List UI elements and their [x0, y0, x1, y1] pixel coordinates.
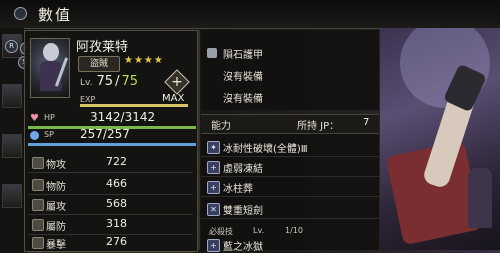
level-display: Lv. 75/75: [80, 74, 138, 89]
abilities-title: 能力: [211, 121, 231, 132]
sword-icon: [32, 157, 44, 169]
heart-icon: ♥: [30, 113, 39, 124]
stat-name: 物攻: [46, 160, 66, 171]
armor-icon: [207, 48, 217, 58]
stat-name: 暴擊: [46, 240, 66, 251]
equipment-label: 沒有裝備: [223, 94, 263, 105]
menu-gem-icon[interactable]: [14, 7, 27, 20]
stat-row-elem-def: 屬防 318: [28, 216, 193, 235]
special-skill-name: 藍之冰獄: [223, 242, 263, 253]
hp-label: HP: [44, 113, 55, 122]
nav-gem-r-icon[interactable]: R: [5, 40, 18, 53]
portrait-hair: [43, 43, 59, 61]
stat-value: 722: [106, 155, 127, 168]
special-skill-lv-label: Lv.: [253, 226, 265, 235]
page-title: 數值: [38, 6, 73, 24]
equipment-label: 隕石護甲: [223, 50, 263, 61]
stat-row-elem-atk: 屬攻 568: [28, 196, 193, 215]
plus-ability-icon: +: [207, 161, 220, 174]
ability-label: 雙重短劍: [223, 206, 263, 217]
equipment-slot[interactable]: 隕石護甲: [201, 44, 379, 62]
stat-row-phys-def: 物防 466: [28, 176, 193, 195]
ability-item[interactable]: + 虛弱凍結: [201, 158, 379, 177]
stat-name: 物防: [46, 182, 66, 193]
ability-item[interactable]: ✦ 冰耐性破壞(全體)Ⅲ: [201, 138, 379, 157]
top-bar: 數值: [0, 0, 500, 29]
hp-row: ♥ HP 3142/3142: [28, 110, 196, 129]
jp-label: 所持 JP：: [297, 121, 340, 132]
ability-label: 虛弱凍結: [223, 164, 263, 175]
dagger-ability-icon: ✕: [207, 203, 220, 216]
character-name: 阿孜莱特: [76, 40, 129, 55]
abilities-header: 能力 所持 JP： 7: [201, 114, 379, 134]
equipment-label: 沒有裝備: [223, 72, 263, 83]
critical-icon: [32, 237, 44, 249]
panel-divider: [197, 30, 200, 250]
ability-item[interactable]: + 冰柱葬: [201, 178, 379, 197]
stat-value: 276: [106, 235, 127, 248]
sp-bar: [28, 143, 196, 146]
exp-label: EXP: [80, 95, 96, 104]
plus-ability-icon: +: [207, 181, 220, 194]
rarity-stars: ★★★★: [124, 55, 164, 66]
elemental-attack-icon: [32, 199, 44, 211]
equipment-slot[interactable]: 沒有裝備: [201, 88, 379, 106]
stat-row-phys-atk: 物攻 722: [28, 154, 193, 173]
ice-ability-icon: ✦: [207, 141, 220, 154]
level-current: 75: [96, 74, 114, 89]
job-badge: 盜賊: [78, 56, 120, 72]
character-artwork: [380, 28, 500, 250]
ability-label: 冰柱葬: [223, 184, 253, 195]
sp-value: 257/257: [80, 127, 130, 141]
party-member-portrait[interactable]: [2, 84, 22, 108]
art-figure: [468, 168, 492, 228]
party-member-portrait[interactable]: [2, 134, 22, 158]
character-portrait: [30, 38, 70, 98]
jp-value: 7: [363, 117, 370, 128]
level-separator: /: [115, 74, 120, 89]
sp-bar-fill: [28, 143, 196, 146]
sp-label: SP: [44, 130, 54, 139]
stat-value: 318: [106, 217, 127, 230]
stat-name: 屬攻: [46, 202, 66, 213]
ability-item[interactable]: ✕ 雙重短劍: [201, 200, 379, 219]
ability-label: 冰耐性破壞(全體)Ⅲ: [223, 144, 308, 155]
exp-bar: [80, 104, 188, 107]
special-skill-icon: +: [207, 239, 220, 252]
elemental-defense-icon: [32, 219, 44, 231]
plus-icon: +: [171, 74, 183, 90]
stat-row-crit: 暴擊 276: [28, 234, 193, 253]
equipment-slot[interactable]: 沒有裝備: [201, 66, 379, 84]
sp-icon: [30, 131, 39, 140]
sp-row: SP 257/257: [28, 127, 196, 146]
hp-value: 3142/3142: [90, 110, 156, 124]
special-skill-item[interactable]: + 藍之冰獄: [201, 236, 379, 253]
shield-icon: [32, 179, 44, 191]
level-label: Lv.: [80, 78, 93, 88]
special-skill-level: 1/10: [285, 226, 303, 235]
exp-bar-fill: [80, 104, 188, 107]
party-member-portrait[interactable]: [2, 184, 22, 208]
exp-status: MAX: [162, 93, 185, 104]
stat-value: 568: [106, 197, 127, 210]
stat-name: 屬防: [46, 222, 66, 233]
level-max: 75: [121, 74, 138, 89]
stat-value: 466: [106, 177, 127, 190]
